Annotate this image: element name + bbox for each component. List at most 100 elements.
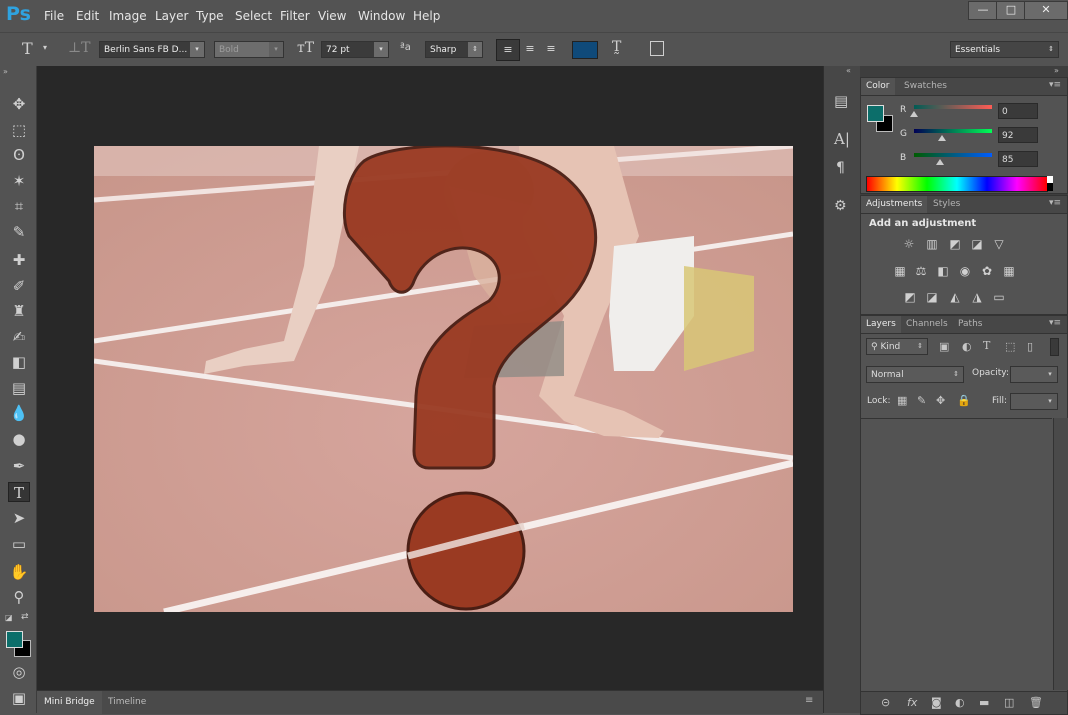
b-value-field[interactable]: 85 [998,151,1038,167]
levels-icon[interactable]: ▥ [924,237,940,251]
tab-paths[interactable]: Paths [953,316,987,333]
tab-timeline[interactable]: Timeline [101,691,153,714]
tab-channels[interactable]: Channels [901,316,953,333]
eraser-tool-icon[interactable]: ◧ [8,352,30,372]
exposure-icon[interactable]: ◪ [969,237,985,251]
menu-view[interactable]: View [318,9,346,23]
foreground-color-swatch[interactable] [6,631,23,648]
channel-mixer-icon[interactable]: ✿ [979,264,995,278]
paragraph-panel-icon[interactable]: ¶ [836,160,845,176]
collapse-arrows-icon[interactable]: » [3,67,8,76]
layers-list[interactable] [861,418,1052,691]
vibrance-icon[interactable]: ▽ [991,237,1007,251]
b-slider[interactable] [914,153,992,157]
zoom-tool-icon[interactable]: ⚲ [8,587,30,607]
history-brush-icon[interactable]: ✍ [8,327,30,347]
collapse-arrows-icon[interactable]: » [1054,66,1059,75]
panel-menu-icon[interactable]: ▾≡ [1049,80,1061,90]
warp-text-icon[interactable]: T̰ [612,39,621,55]
menu-select[interactable]: Select [235,9,272,23]
minimize-button[interactable]: — [968,1,998,20]
layer-filter-select[interactable]: ⚲ Kind ⇕ [866,338,928,355]
magic-wand-icon[interactable]: ✶ [8,171,30,191]
tab-color[interactable]: Color [861,78,895,95]
r-value-field[interactable]: 0 [998,103,1038,119]
foreground-color-swatch[interactable] [867,105,884,122]
maximize-button[interactable]: □ [996,1,1026,20]
menu-file[interactable]: File [44,9,64,23]
lock-position-icon[interactable]: ✥ [936,394,945,407]
dodge-tool-icon[interactable]: ● [8,429,30,449]
swap-colors-icon[interactable]: ⇄ [21,612,29,622]
menu-layer[interactable]: Layer [155,9,188,23]
panel-menu-icon[interactable]: ▾≡ [1049,318,1061,328]
close-button[interactable]: ✕ [1024,1,1068,20]
white-swatch[interactable] [1047,176,1053,183]
fill-field[interactable]: ▾ [1010,393,1058,410]
brightness-contrast-icon[interactable]: ☼ [901,237,917,251]
filter-type-icon[interactable]: T [983,339,990,352]
type-tool-preset-icon[interactable]: T [22,39,33,58]
lock-all-icon[interactable]: 🔒 [957,394,971,407]
color-spectrum-bar[interactable] [866,176,1048,192]
eyedropper-icon[interactable]: ✎ [8,222,30,242]
opacity-field[interactable]: ▾ [1010,366,1058,383]
filter-pixel-icon[interactable]: ▣ [939,340,949,353]
tab-styles[interactable]: Styles [928,196,965,213]
quick-mask-icon[interactable]: ◎ [8,662,30,682]
color-balance-icon[interactable]: ⚖ [913,264,929,278]
posterize-icon[interactable]: ◪ [924,290,940,304]
delete-layer-icon[interactable]: 🗑 [1029,696,1043,709]
document-canvas[interactable] [94,146,793,612]
menu-filter[interactable]: Filter [280,9,310,23]
path-selection-icon[interactable]: ➤ [8,508,30,528]
text-color-swatch[interactable] [572,41,598,59]
history-panel-icon[interactable]: ▤ [834,92,848,110]
character-panel-icon[interactable] [650,41,664,56]
align-center-icon[interactable]: ≡ [520,39,540,59]
character-panel-icon[interactable]: A| [834,130,850,148]
tab-swatches[interactable]: Swatches [899,78,952,95]
gradient-tool-icon[interactable]: ▤ [8,378,30,398]
lock-image-icon[interactable]: ✎ [917,394,926,407]
g-slider[interactable] [914,129,992,133]
tab-adjustments[interactable]: Adjustments [861,196,928,213]
brush-tool-icon[interactable]: ✐ [8,276,30,296]
selective-color-icon[interactable]: ◮ [969,290,985,304]
blend-mode-select[interactable]: Normal ⇕ [866,366,964,383]
link-layers-icon[interactable]: ⊝ [881,696,890,709]
menu-edit[interactable]: Edit [76,9,99,23]
new-group-icon[interactable]: ▬ [979,696,989,709]
black-white-icon[interactable]: ◧ [935,264,951,278]
antialias-select[interactable]: Sharp ⇕ [425,41,483,58]
filter-shape-icon[interactable]: ⬚ [1005,340,1015,353]
hand-tool-icon[interactable]: ✋ [8,562,30,582]
screen-mode-icon[interactable]: ▣ [8,688,30,708]
threshold-icon[interactable]: ◭ [947,290,963,304]
g-slider-thumb[interactable] [938,135,947,141]
filter-toggle[interactable] [1050,338,1059,356]
filter-adjustment-icon[interactable]: ◐ [962,340,972,353]
hue-saturation-icon[interactable]: ▦ [892,264,908,278]
rectangle-tool-icon[interactable]: ▭ [8,534,30,554]
default-colors-icon[interactable]: ◪ [5,613,13,622]
panel-menu-icon[interactable]: ▾≡ [1049,198,1061,208]
gradient-map-icon[interactable]: ▭ [991,290,1007,304]
font-family-select[interactable]: Berlin Sans FB D... ▾ [99,41,205,58]
workspace-select[interactable]: Essentials ⇕ [950,41,1059,58]
align-right-icon[interactable]: ≡ [541,39,561,59]
photo-filter-icon[interactable]: ◉ [957,264,973,278]
menu-type[interactable]: Type [196,9,224,23]
lasso-tool-icon[interactable]: ʘ [8,145,30,165]
clone-stamp-icon[interactable]: ♜ [8,301,30,321]
color-lookup-icon[interactable]: ▦ [1001,264,1017,278]
menu-image[interactable]: Image [109,9,147,23]
filter-smart-object-icon[interactable]: ▯ [1027,340,1033,353]
lock-transparent-icon[interactable]: ▦ [897,394,907,407]
align-left-icon[interactable]: ≡ [496,39,520,61]
r-slider-thumb[interactable] [910,111,918,117]
marquee-tool-icon[interactable]: ⬚ [8,120,30,140]
curves-icon[interactable]: ◩ [947,237,963,251]
collapse-arrows-icon[interactable]: « [846,66,851,75]
pen-tool-icon[interactable]: ✒ [8,456,30,476]
